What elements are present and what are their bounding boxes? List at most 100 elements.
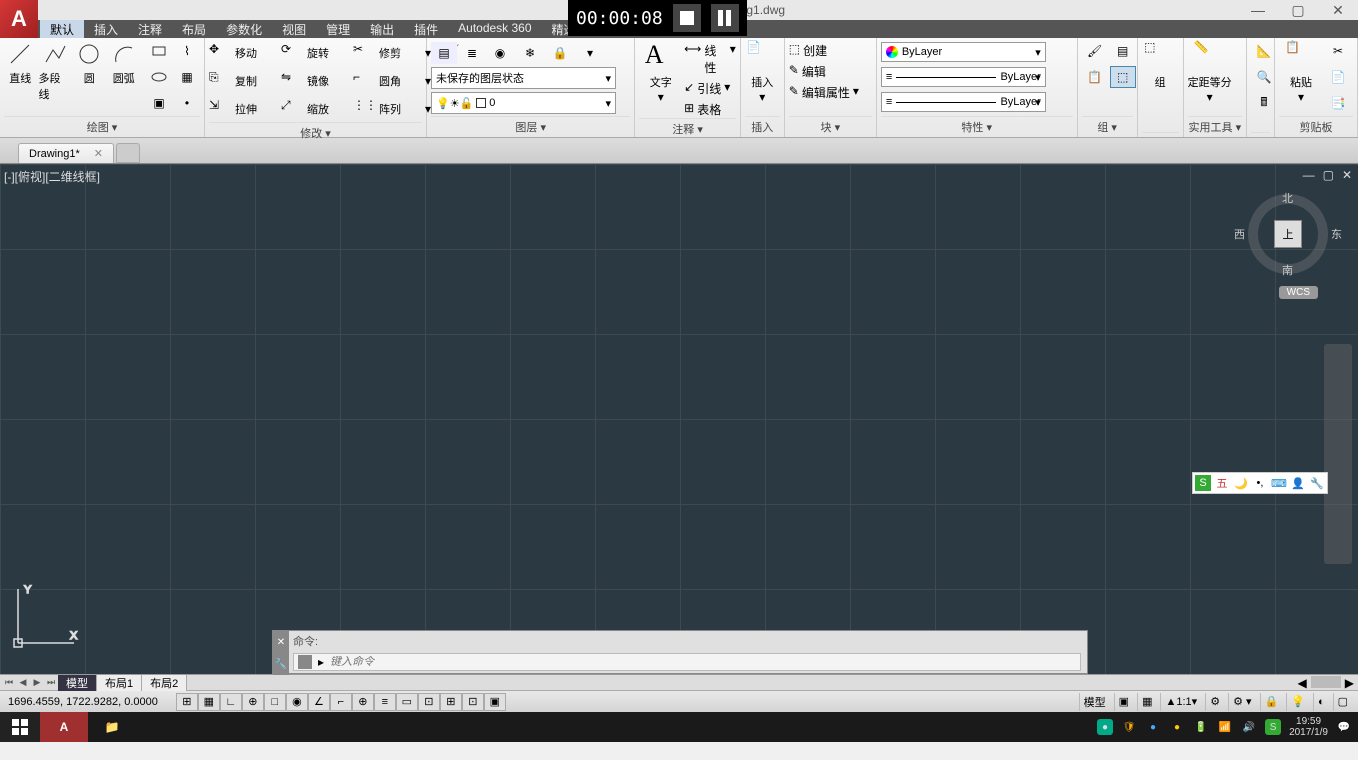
layer-iso-button[interactable]: ◉ — [487, 42, 513, 64]
text-tool[interactable]: A文字▾ — [639, 40, 682, 104]
layer-match-button[interactable]: ≣ — [459, 42, 485, 64]
layout-tab-1[interactable]: 布局1 — [97, 675, 142, 691]
drawing-tab[interactable]: Drawing1*✕ — [18, 143, 114, 163]
lock-ui-button[interactable]: 🔒 — [1260, 693, 1283, 711]
recording-stop-button[interactable] — [673, 4, 701, 32]
copy-icon[interactable]: ⎘ — [209, 70, 231, 92]
otrack-toggle[interactable]: ∠ — [308, 693, 330, 711]
minimize-button[interactable]: — — [1238, 0, 1278, 20]
copy-clip-tool[interactable]: 📄 — [1325, 66, 1351, 88]
menu-parametric[interactable]: 参数化 — [216, 20, 272, 38]
tray-icon-4[interactable]: ● — [1169, 719, 1185, 735]
canvas-min-icon[interactable]: — — [1303, 168, 1315, 182]
menu-view[interactable]: 视图 — [272, 20, 316, 38]
circle-tool[interactable]: 圆 — [73, 40, 106, 86]
menu-a360[interactable]: Autodesk 360 — [448, 20, 541, 38]
tray-battery-icon[interactable]: 🔋 — [1193, 719, 1209, 735]
layout-nav-button[interactable]: ▣ — [1114, 693, 1133, 711]
ime-icon[interactable]: S — [1195, 475, 1211, 491]
ime-user-icon[interactable]: 👤 — [1290, 475, 1306, 491]
new-drawing-tab[interactable] — [116, 143, 140, 163]
start-button[interactable] — [0, 712, 40, 742]
block-create-tool[interactable]: ⬚创建 — [789, 42, 827, 59]
array-tool[interactable]: 阵列 — [379, 101, 423, 117]
model-space-button[interactable]: 模型 — [1079, 693, 1110, 711]
layer-current-dropdown[interactable]: 💡☀🔓 0 — [431, 92, 616, 114]
layer-props-button[interactable]: ▤ — [431, 42, 457, 64]
hatch-tool[interactable]: ▦ — [174, 66, 200, 88]
sc-toggle[interactable]: ⊞ — [440, 693, 462, 711]
move-icon[interactable]: ✥ — [209, 42, 231, 64]
canvas-max-icon[interactable]: ▢ — [1323, 168, 1334, 182]
lwt-toggle[interactable]: ≡ — [374, 693, 396, 711]
ime-dot-icon[interactable]: •, — [1252, 475, 1268, 491]
3dosnap-toggle[interactable]: ◉ — [286, 693, 308, 711]
tray-wifi-icon[interactable]: 📶 — [1217, 719, 1233, 735]
menu-default[interactable]: 默认 — [40, 20, 84, 38]
block-edit-tool[interactable]: ✎编辑 — [789, 63, 826, 80]
menu-layout[interactable]: 布局 — [172, 20, 216, 38]
list-button[interactable]: 📋 — [1082, 66, 1108, 88]
dim-linear-tool[interactable]: ⟷线性▾ — [684, 42, 736, 76]
tray-shield-icon[interactable]: 🛡 — [1121, 719, 1137, 735]
polar-toggle[interactable]: ⊕ — [242, 693, 264, 711]
trim-tool[interactable]: 修剪 — [379, 45, 423, 61]
move-tool[interactable]: 移动 — [235, 45, 279, 61]
ime-toolbar[interactable]: S 五 🌙 •, ⌨ 👤 🔧 — [1192, 472, 1328, 494]
rotate-icon[interactable]: ⟳ — [281, 42, 303, 64]
spline-tool[interactable]: ⌇ — [174, 40, 200, 62]
ime-mode[interactable]: 五 — [1214, 475, 1230, 491]
arc-tool[interactable]: 圆弧 — [108, 40, 141, 86]
rotate-tool[interactable]: 旋转 — [307, 45, 351, 61]
hscroll-right[interactable]: ▶ — [1345, 676, 1354, 690]
wcs-badge[interactable]: WCS — [1279, 286, 1318, 299]
tray-ime-icon[interactable]: S — [1265, 719, 1281, 735]
command-window[interactable]: ✕ 🔧 命令: ▸ — [272, 630, 1088, 674]
grid-toggle[interactable]: ▦ — [198, 693, 220, 711]
cmd-close-button[interactable]: ✕ — [273, 631, 289, 653]
props-panel-title[interactable]: 特性 ▾ — [881, 116, 1073, 137]
tray-icon-3[interactable]: ● — [1145, 719, 1161, 735]
recording-pause-button[interactable] — [711, 4, 739, 32]
tray-toggle[interactable]: ▣ — [484, 693, 506, 711]
isolate-button[interactable]: ◐ — [1313, 693, 1329, 711]
select-similar-button[interactable]: ⬚ — [1110, 66, 1136, 88]
layer-state-dropdown[interactable]: 未保存的图层状态 — [431, 67, 616, 89]
stretch-icon[interactable]: ⇲ — [209, 98, 231, 120]
app-icon[interactable]: A — [0, 0, 38, 38]
rect-tool[interactable] — [146, 40, 172, 62]
fillet-tool[interactable]: 圆角 — [379, 73, 423, 89]
ime-keyboard-icon[interactable]: ⌨ — [1271, 475, 1287, 491]
layer-freeze-button[interactable]: ❄ — [517, 42, 543, 64]
trim-icon[interactable]: ✂ — [353, 42, 375, 64]
props-button[interactable]: ▤ — [1110, 40, 1136, 62]
leader-tool[interactable]: ↙引线▾ — [684, 80, 736, 97]
dyn-toggle[interactable]: ⊕ — [352, 693, 374, 711]
tray-volume-icon[interactable]: 🔊 — [1241, 719, 1257, 735]
close-tab-icon[interactable]: ✕ — [94, 147, 103, 160]
hardware-accel-button[interactable]: 💡 — [1286, 693, 1309, 711]
calc-tool[interactable]: 🖩 — [1251, 92, 1277, 114]
osnap-toggle[interactable]: □ — [264, 693, 286, 711]
region-tool[interactable]: ▣ — [146, 92, 172, 114]
canvas-close-icon[interactable]: ✕ — [1342, 168, 1352, 182]
quickview-button[interactable]: ▦ — [1137, 693, 1156, 711]
ime-wrench-icon[interactable]: 🔧 — [1309, 475, 1325, 491]
menu-annotate[interactable]: 注释 — [128, 20, 172, 38]
hscroll-thumb[interactable] — [1311, 676, 1341, 688]
insert-tool[interactable]: 📄插入▾ — [745, 40, 780, 104]
match-props-button[interactable]: 🖌 — [1082, 40, 1108, 62]
workspace-button[interactable]: ⚙ ▾ — [1228, 693, 1255, 711]
am-toggle[interactable]: ⊡ — [462, 693, 484, 711]
layout-tab-2[interactable]: 布局2 — [142, 675, 187, 691]
copy-tool[interactable]: 复制 — [235, 73, 279, 89]
tpy-toggle[interactable]: ▭ — [396, 693, 418, 711]
linetype-dropdown[interactable]: ≡ByLayer — [881, 92, 1046, 112]
action-center-icon[interactable]: 💬 — [1336, 719, 1352, 735]
fillet-icon[interactable]: ⌐ — [353, 70, 375, 92]
layout-tab-model[interactable]: 模型 — [58, 675, 97, 691]
menu-plugins[interactable]: 插件 — [404, 20, 448, 38]
cut-tool[interactable]: ✂ — [1325, 40, 1351, 62]
tab-prev-button[interactable]: ◀ — [16, 676, 30, 690]
measure-tool[interactable]: 📐 — [1251, 40, 1277, 62]
